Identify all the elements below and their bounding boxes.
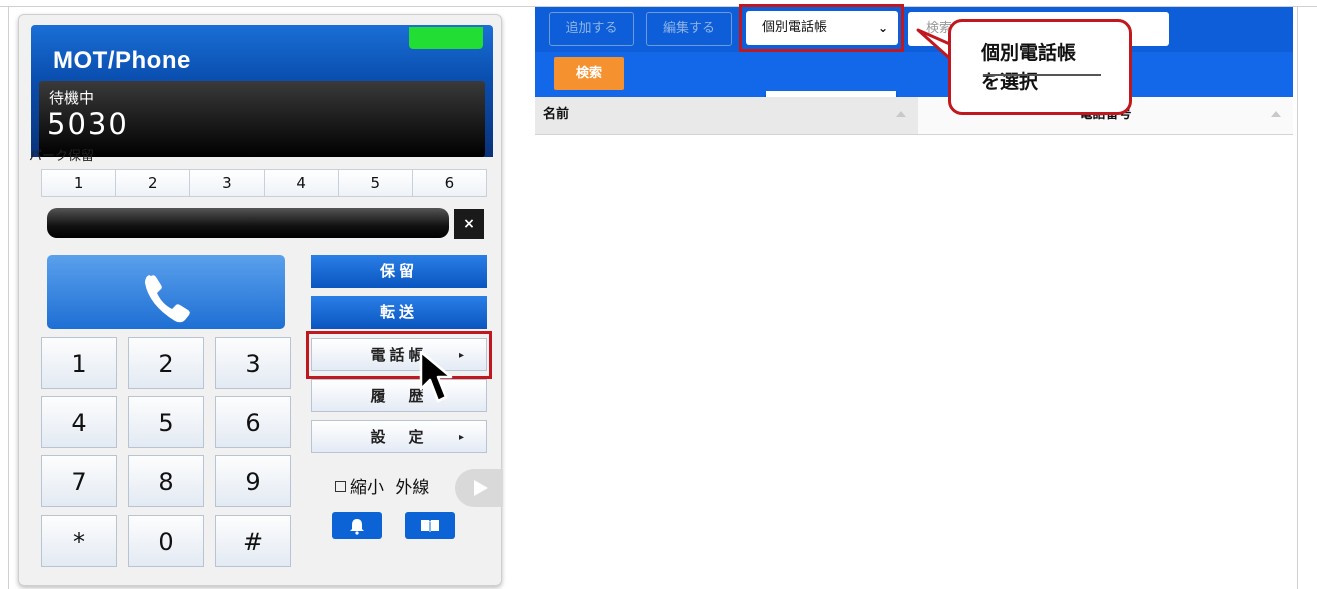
frame-border-left bbox=[8, 6, 9, 589]
phone-display: 待機中 5030 bbox=[39, 81, 485, 157]
contacts-table-header: 名前 電話番号 bbox=[535, 97, 1293, 135]
column-name-label: 名前 bbox=[543, 107, 570, 122]
notification-button[interactable] bbox=[332, 512, 382, 539]
park-slot-6[interactable]: 6 bbox=[413, 170, 486, 196]
settings-label: 設 定 bbox=[370, 428, 428, 446]
toolbar-lower-band bbox=[535, 52, 1293, 97]
search-button[interactable]: 検索 bbox=[554, 57, 624, 90]
key-3[interactable]: 3 bbox=[215, 337, 291, 389]
callout-line-2: を選択 bbox=[981, 71, 1039, 93]
status-indicator bbox=[409, 27, 483, 49]
call-info-bar bbox=[47, 208, 449, 238]
outside-line-label: 外線 bbox=[395, 478, 430, 498]
key-4[interactable]: 4 bbox=[41, 396, 117, 448]
transfer-button[interactable]: 転送 bbox=[311, 296, 487, 329]
call-button[interactable] bbox=[47, 255, 285, 329]
frame-border-right bbox=[1297, 6, 1298, 589]
mouse-cursor-icon bbox=[419, 350, 453, 403]
select-highlight-frame bbox=[739, 4, 904, 52]
key-0[interactable]: 0 bbox=[128, 515, 204, 567]
brand-logo: MOT/Phone bbox=[53, 47, 191, 74]
sort-arrow-icon bbox=[1271, 111, 1281, 117]
column-header-name[interactable]: 名前 bbox=[535, 97, 918, 135]
settings-button[interactable]: 設 定 ▸ bbox=[311, 420, 487, 453]
callout-underline bbox=[983, 74, 1101, 76]
key-5[interactable]: 5 bbox=[128, 396, 204, 448]
sort-arrow-icon bbox=[896, 111, 906, 117]
submenu-arrow-icon: ▸ bbox=[458, 432, 464, 443]
dial-keypad: 1 2 3 4 5 6 7 8 9 * 0 # bbox=[41, 337, 293, 571]
hold-label: 保留 bbox=[379, 262, 418, 280]
softphone-panel: MOT/Phone 待機中 5030 パーク保留 1 2 3 4 5 6 × 1… bbox=[18, 14, 503, 586]
key-6[interactable]: 6 bbox=[215, 396, 291, 448]
instruction-callout: 個別電話帳 を選択 bbox=[948, 19, 1132, 115]
add-button[interactable]: 追加する bbox=[549, 12, 634, 46]
park-slot-5[interactable]: 5 bbox=[339, 170, 413, 196]
park-hold-slots: 1 2 3 4 5 6 bbox=[41, 169, 487, 197]
transfer-label: 転送 bbox=[379, 303, 418, 321]
phone-handset-icon bbox=[145, 275, 190, 323]
callout-line-1: 個別電話帳 bbox=[981, 42, 1077, 64]
close-button[interactable]: × bbox=[454, 209, 484, 239]
phone-header: MOT/Phone 待機中 5030 bbox=[31, 25, 493, 157]
bell-icon bbox=[350, 519, 364, 535]
key-hash[interactable]: # bbox=[215, 515, 291, 567]
key-8[interactable]: 8 bbox=[128, 455, 204, 507]
key-star[interactable]: * bbox=[41, 515, 117, 567]
key-7[interactable]: 7 bbox=[41, 455, 117, 507]
key-1[interactable]: 1 bbox=[41, 337, 117, 389]
phonebook-shortcut-button[interactable] bbox=[405, 512, 455, 539]
hold-button[interactable]: 保留 bbox=[311, 255, 487, 288]
edit-button[interactable]: 編集する bbox=[646, 12, 732, 46]
shrink-checkbox[interactable] bbox=[335, 481, 346, 492]
shrink-label: 縮小 bbox=[350, 478, 384, 498]
park-slot-4[interactable]: 4 bbox=[265, 170, 339, 196]
key-2[interactable]: 2 bbox=[128, 337, 204, 389]
display-status: 待機中 bbox=[49, 89, 95, 107]
key-9[interactable]: 9 bbox=[215, 455, 291, 507]
park-slot-1[interactable]: 1 bbox=[42, 170, 117, 196]
slide-panel-toggle[interactable] bbox=[455, 469, 503, 507]
phonebook-highlight-frame bbox=[306, 331, 492, 379]
book-icon bbox=[421, 520, 439, 532]
park-hold-label: パーク保留 bbox=[29, 149, 95, 164]
park-slot-2[interactable]: 2 bbox=[116, 170, 191, 196]
park-slot-3[interactable]: 3 bbox=[190, 170, 265, 196]
options-row: 縮小 外線 bbox=[335, 473, 429, 498]
display-extension: 5030 bbox=[47, 107, 129, 141]
